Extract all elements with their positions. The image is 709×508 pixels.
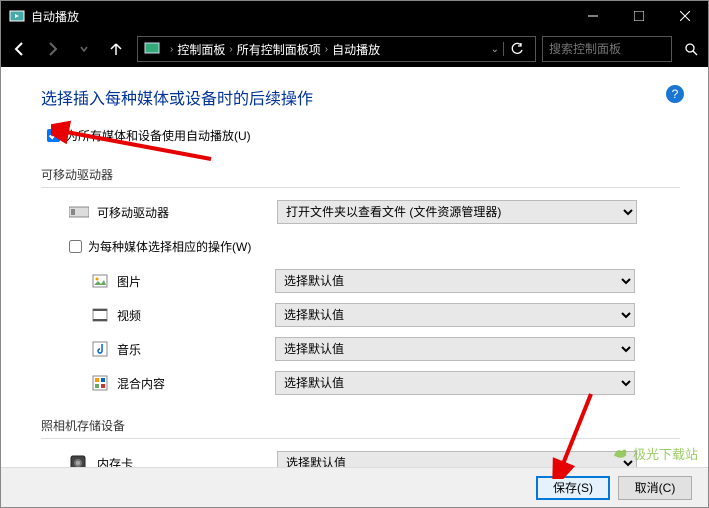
recent-dropdown[interactable] bbox=[69, 34, 99, 64]
breadcrumb-mid[interactable]: 所有控制面板项 bbox=[237, 41, 321, 58]
chevron-right-icon: › bbox=[170, 44, 173, 55]
memory-card-icon bbox=[69, 455, 89, 467]
navbar: › 控制面板 › 所有控制面板项 › 自动播放 ⌄ bbox=[1, 31, 708, 67]
master-autoplay-checkbox-row[interactable]: 为所有媒体和设备使用自动播放(U) bbox=[47, 127, 680, 144]
master-autoplay-label: 为所有媒体和设备使用自动播放(U) bbox=[66, 127, 251, 144]
mixed-row: 混合内容 选择默认值 bbox=[91, 371, 680, 395]
save-button[interactable]: 保存(S) bbox=[536, 476, 610, 500]
pictures-row: 图片 选择默认值 bbox=[91, 269, 680, 293]
chevron-down-icon[interactable]: ⌄ bbox=[491, 44, 499, 55]
content-area: ? 选择插入每种媒体或设备时的后续操作 为所有媒体和设备使用自动播放(U) 可移… bbox=[1, 67, 708, 467]
help-icon[interactable]: ? bbox=[666, 85, 684, 103]
removable-drive-select[interactable]: 打开文件夹以查看文件 (文件资源管理器) bbox=[277, 200, 637, 224]
chevron-right-icon: › bbox=[325, 44, 328, 55]
music-select[interactable]: 选择默认值 bbox=[275, 337, 635, 361]
per-media-checkbox[interactable] bbox=[69, 240, 82, 253]
removable-drive-row: 可移动驱动器 打开文件夹以查看文件 (文件资源管理器) bbox=[69, 200, 680, 224]
memory-card-select[interactable]: 选择默认值 bbox=[277, 451, 637, 467]
per-media-label: 为每种媒体选择相应的操作(W) bbox=[88, 238, 251, 255]
music-row: 音乐 选择默认值 bbox=[91, 337, 680, 361]
videos-select[interactable]: 选择默认值 bbox=[275, 303, 635, 327]
memory-card-label: 内存卡 bbox=[97, 455, 277, 468]
window-title: 自动播放 bbox=[31, 8, 570, 25]
mixed-select[interactable]: 选择默认值 bbox=[275, 371, 635, 395]
close-button[interactable] bbox=[662, 1, 708, 31]
mixed-icon bbox=[91, 374, 109, 392]
app-icon bbox=[9, 8, 25, 24]
page-title: 选择插入每种媒体或设备时的后续操作 bbox=[41, 85, 680, 109]
breadcrumb-root[interactable]: 控制面板 bbox=[177, 41, 225, 58]
search-box[interactable] bbox=[542, 36, 672, 62]
chevron-right-icon: › bbox=[229, 44, 232, 55]
per-media-checkbox-row[interactable]: 为每种媒体选择相应的操作(W) bbox=[69, 238, 680, 255]
maximize-button[interactable] bbox=[616, 1, 662, 31]
breadcrumb-leaf[interactable]: 自动播放 bbox=[332, 41, 380, 58]
removable-drive-label: 可移动驱动器 bbox=[97, 204, 277, 221]
videos-row: 视频 选择默认值 bbox=[91, 303, 680, 327]
search-input[interactable] bbox=[549, 42, 665, 56]
breadcrumb[interactable]: › 控制面板 › 所有控制面板项 › 自动播放 ⌄ bbox=[137, 36, 536, 62]
section-camera-label: 照相机存储设备 bbox=[41, 417, 680, 434]
forward-button[interactable] bbox=[37, 34, 67, 64]
footer: 保存(S) 取消(C) bbox=[1, 467, 708, 507]
memory-card-row: 内存卡 选择默认值 bbox=[69, 451, 680, 467]
section-removable-label: 可移动驱动器 bbox=[41, 166, 680, 183]
section-separator bbox=[41, 438, 680, 439]
mixed-label: 混合内容 bbox=[117, 375, 275, 392]
back-button[interactable] bbox=[5, 34, 35, 64]
up-button[interactable] bbox=[101, 34, 131, 64]
music-icon bbox=[91, 340, 109, 358]
pictures-icon bbox=[91, 272, 109, 290]
cancel-button[interactable]: 取消(C) bbox=[618, 476, 692, 500]
minimize-button[interactable] bbox=[570, 1, 616, 31]
removable-drive-icon bbox=[69, 204, 89, 220]
master-autoplay-checkbox[interactable] bbox=[47, 129, 60, 142]
videos-label: 视频 bbox=[117, 307, 275, 324]
videos-icon bbox=[91, 306, 109, 324]
refresh-button[interactable] bbox=[503, 42, 529, 56]
pictures-label: 图片 bbox=[117, 273, 275, 290]
titlebar: 自动播放 bbox=[1, 1, 708, 31]
search-button[interactable] bbox=[678, 36, 704, 62]
music-label: 音乐 bbox=[117, 341, 275, 358]
control-panel-icon bbox=[144, 40, 162, 58]
section-separator bbox=[41, 187, 680, 188]
pictures-select[interactable]: 选择默认值 bbox=[275, 269, 635, 293]
